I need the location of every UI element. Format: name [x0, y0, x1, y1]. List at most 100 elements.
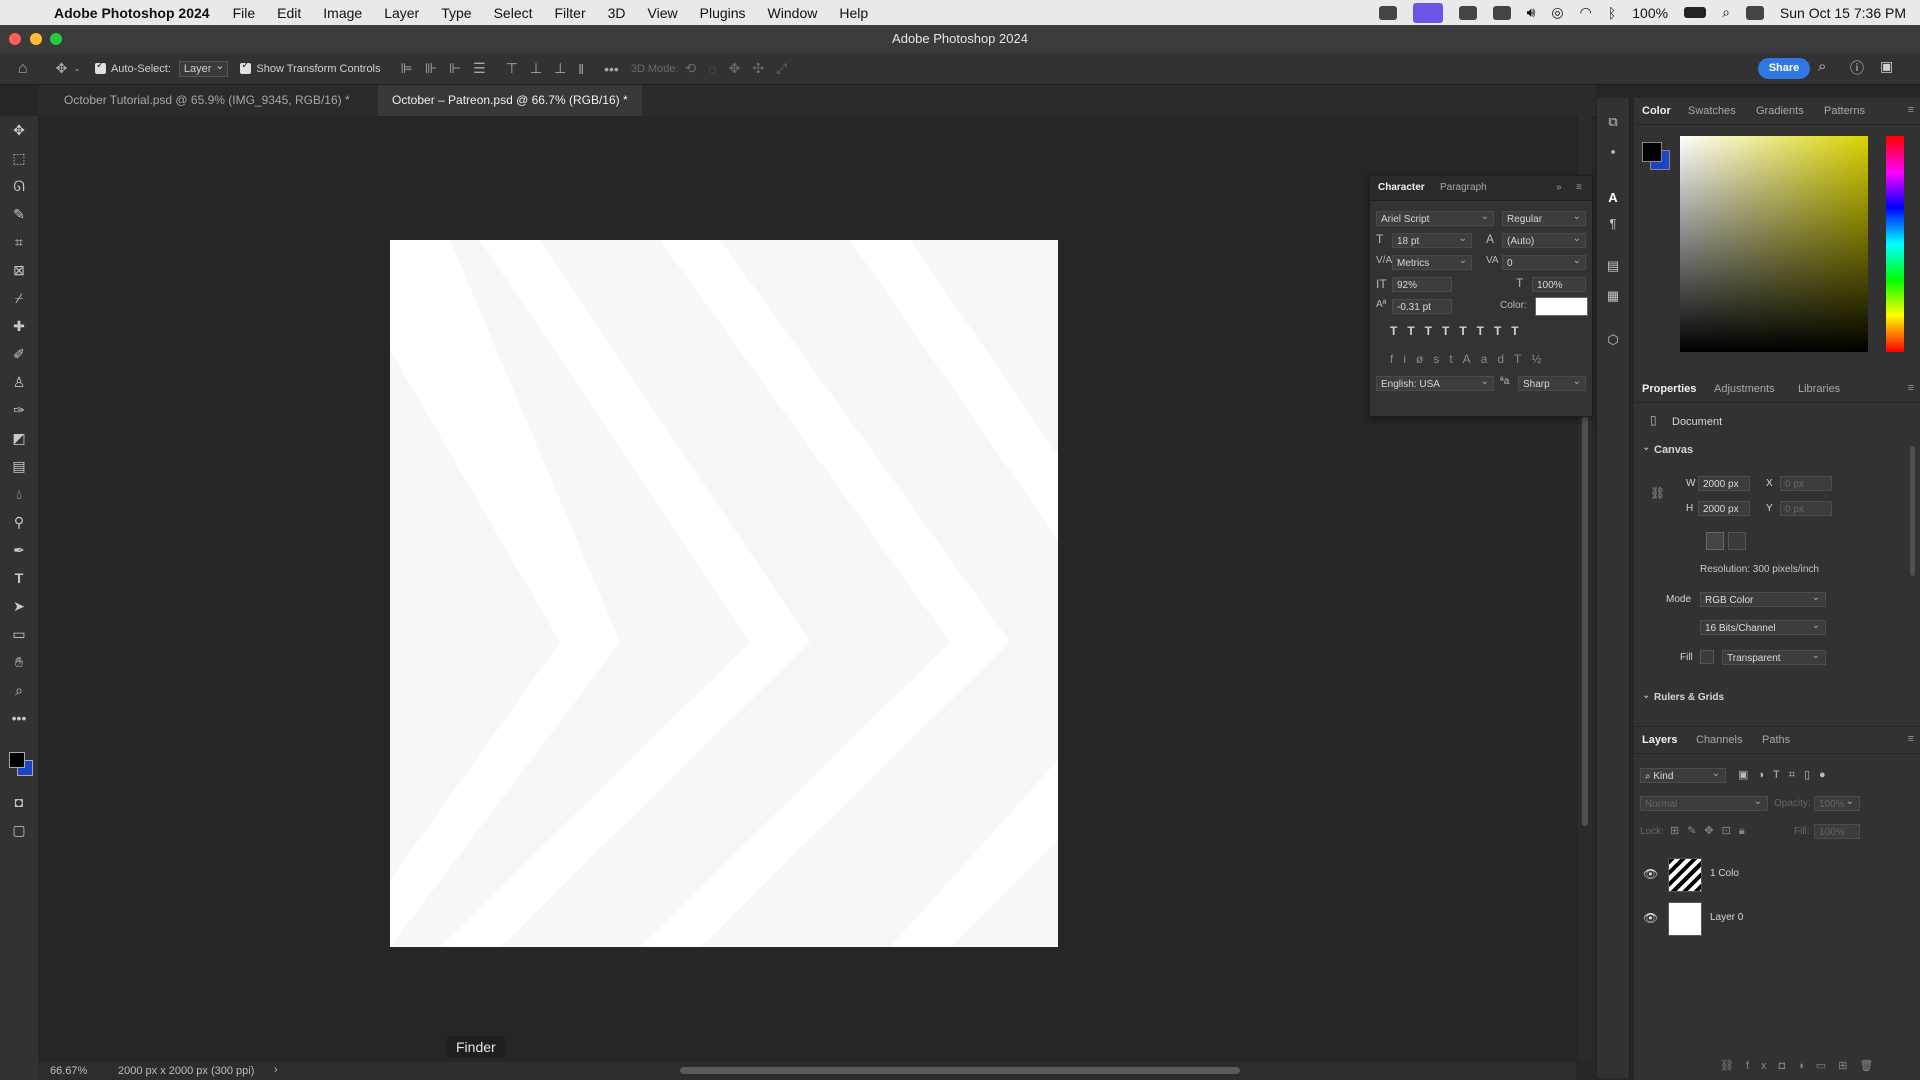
cloud-icon[interactable] — [1458, 5, 1477, 20]
menu-image[interactable]: Image — [312, 5, 373, 21]
tab-layers[interactable]: Layers — [1642, 734, 1677, 746]
vertical-scale-field[interactable]: 92% — [1392, 277, 1452, 292]
menu-help[interactable]: Help — [828, 5, 879, 21]
zoom-tool-icon[interactable]: ⌕ — [9, 680, 29, 700]
spotlight-icon[interactable]: ⌕ — [1722, 4, 1730, 21]
antialias-dropdown[interactable]: Sharp — [1518, 374, 1586, 391]
tab-patterns[interactable]: Patterns — [1824, 105, 1865, 117]
tab-libraries[interactable]: Libraries — [1798, 383, 1840, 395]
pen-tool-icon[interactable]: ✒ — [9, 540, 29, 560]
tab-gradients[interactable]: Gradients — [1756, 105, 1804, 117]
tracking-field[interactable]: 0 — [1502, 253, 1586, 270]
layer-filter-icons[interactable]: ▣◑T⌗▯● — [1738, 768, 1835, 782]
align-left-icon[interactable]: ⊫ — [401, 60, 413, 77]
control-center-icon[interactable] — [1745, 5, 1764, 20]
screen-record-icon[interactable] — [1412, 2, 1443, 23]
text-color-swatch[interactable] — [1535, 297, 1588, 316]
home-icon[interactable]: ⌂ — [18, 60, 28, 78]
auto-select-checkbox[interactable] — [94, 60, 106, 74]
align-top-icon[interactable]: ⊤ — [506, 60, 518, 77]
color-fg-swatch[interactable] — [1642, 142, 1662, 162]
tab-properties[interactable]: Properties — [1642, 383, 1696, 395]
opentype-buttons[interactable]: fiøstAadT½ — [1390, 352, 1551, 366]
menu-filter[interactable]: Filter — [544, 5, 597, 21]
share-button[interactable]: Share — [1758, 58, 1810, 79]
lasso-tool-icon[interactable]: ᘏ — [9, 176, 29, 196]
document-canvas[interactable] — [390, 240, 1058, 947]
collapse-panel-icon[interactable]: » — [1556, 182, 1562, 193]
dodge-tool-icon[interactable]: ⚲ — [9, 512, 29, 532]
tray-utility-icon[interactable] — [1492, 5, 1511, 20]
close-window-button[interactable] — [9, 33, 21, 45]
tab-paths[interactable]: Paths — [1762, 734, 1790, 746]
quick-select-tool-icon[interactable]: ✎ — [9, 204, 29, 224]
canvas-section-label[interactable]: Canvas — [1654, 444, 1693, 456]
frame-tool-icon[interactable]: ⊠ — [9, 260, 29, 280]
bit-depth-dropdown[interactable]: 16 Bits/Channel — [1700, 618, 1826, 635]
leading-field[interactable]: (Auto) — [1502, 231, 1586, 248]
canvas-chevron-icon[interactable]: ⌄ — [1642, 442, 1650, 453]
eyedropper-tool-icon[interactable]: ⌿ — [9, 288, 29, 308]
layer-filter-dropdown[interactable]: ⌕ Kind — [1640, 766, 1726, 783]
chevron-down-icon[interactable]: ⌄ — [73, 63, 81, 74]
tab-color[interactable]: Color — [1642, 105, 1671, 117]
move-tool-preset-icon[interactable]: ✥ — [56, 60, 68, 77]
font-style-dropdown[interactable]: Regular — [1502, 209, 1586, 226]
crop-tool-icon[interactable]: ⌗ — [9, 232, 29, 252]
align-hcenter-icon[interactable]: ⊪ — [425, 60, 437, 77]
bluetooth-icon[interactable]: ᛒ — [1608, 5, 1616, 21]
search-icon[interactable]: ⌕ — [1818, 58, 1826, 75]
app-menu[interactable]: Adobe Photoshop 2024 — [50, 5, 222, 21]
properties-panel-icon[interactable]: ▦ — [1605, 288, 1621, 304]
layer-name[interactable]: 1 Colo — [1710, 868, 1739, 879]
distribute-vertical-icon[interactable]: ‖ — [578, 61, 584, 77]
menu-type[interactable]: Type — [430, 5, 482, 21]
tab-adjustments[interactable]: Adjustments — [1714, 383, 1775, 395]
rulers-grids-label[interactable]: Rulers & Grids — [1654, 692, 1724, 703]
lock-icons[interactable]: ⊞✎✥⊡🔒︎ — [1670, 824, 1753, 838]
font-size-field[interactable]: 18 pt — [1392, 231, 1472, 248]
clone-stamp-tool-icon[interactable]: ♙ — [9, 372, 29, 392]
layer-name[interactable]: Layer 0 — [1710, 912, 1743, 923]
properties-panel-menu-icon[interactable]: ≡ — [1908, 382, 1914, 394]
menu-file[interactable]: File — [222, 5, 267, 21]
hand-tool-icon[interactable]: ✋︎ — [9, 652, 29, 672]
gradient-tool-icon[interactable]: ▤ — [9, 456, 29, 476]
hue-slider[interactable] — [1886, 136, 1904, 352]
color-panel-menu-icon[interactable]: ≡ — [1908, 104, 1914, 116]
align-vcenter-icon[interactable]: ⊥ — [530, 60, 542, 77]
distribute-icon[interactable]: ☰ — [473, 60, 486, 77]
language-dropdown[interactable]: English: USA — [1376, 374, 1494, 391]
screen-mode-icon[interactable]: ▢ — [9, 820, 29, 840]
align-bottom-icon[interactable]: ⊥ — [554, 60, 566, 77]
visibility-eye-icon[interactable]: 👁︎ — [1643, 911, 1658, 925]
canvas-width-field[interactable]: 2000 px — [1698, 476, 1750, 491]
status-menu-chevron-icon[interactable]: › — [274, 1064, 278, 1076]
type-tool-icon[interactable]: T — [9, 568, 29, 588]
landscape-orientation-button[interactable] — [1728, 532, 1746, 550]
auto-select-target-dropdown[interactable]: Layer — [178, 59, 229, 77]
kerning-field[interactable]: Metrics — [1392, 253, 1472, 270]
layer-row[interactable]: 👁︎ 1 Colo — [1634, 854, 1920, 896]
libraries-panel-icon[interactable]: ▤ — [1605, 258, 1621, 274]
zoom-window-button[interactable] — [50, 33, 62, 45]
menu-select[interactable]: Select — [483, 5, 544, 21]
link-dimensions-icon[interactable]: ⛓ — [1650, 486, 1665, 500]
menu-edit[interactable]: Edit — [266, 5, 312, 21]
tab-character[interactable]: Character — [1378, 182, 1425, 193]
comments-panel-icon[interactable]: ▪ — [1605, 144, 1621, 160]
canvas-height-field[interactable]: 2000 px — [1698, 501, 1750, 516]
tab-swatches[interactable]: Swatches — [1688, 105, 1736, 117]
rectangle-tool-icon[interactable]: ▭ — [9, 624, 29, 644]
horizontal-scroll-thumb[interactable] — [680, 1067, 1240, 1074]
character-panel-icon[interactable]: A — [1605, 190, 1621, 206]
wifi-icon[interactable]: ◠ — [1580, 4, 1592, 21]
history-panel-icon[interactable]: ⧉ — [1605, 114, 1621, 130]
healing-brush-tool-icon[interactable]: ✚ — [9, 316, 29, 336]
fill-dropdown[interactable]: Transparent — [1722, 648, 1826, 665]
tray-app-icon[interactable] — [1378, 5, 1397, 20]
type-style-buttons[interactable]: TTTTTTTT — [1390, 324, 1529, 338]
panel-menu-icon[interactable]: ≡ — [1576, 182, 1582, 193]
show-transform-checkbox[interactable] — [240, 60, 252, 74]
menubar-clock[interactable]: Sun Oct 15 7:36 PM — [1780, 5, 1906, 21]
